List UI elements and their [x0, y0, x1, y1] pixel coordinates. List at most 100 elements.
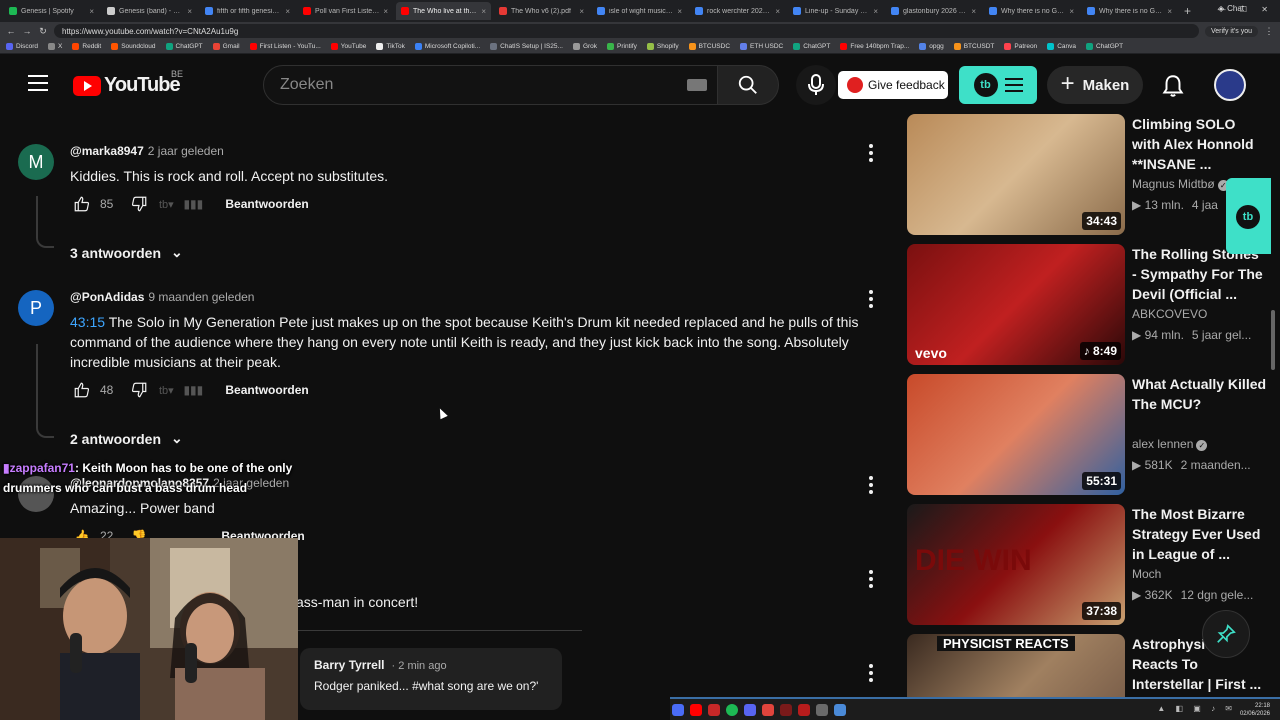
browser-tab[interactable]: The Who v6 (2).pdf × — [494, 2, 589, 20]
keyboard-icon[interactable] — [687, 79, 707, 91]
extension-vote-icon[interactable]: tb▾ — [151, 198, 181, 211]
browser-tab[interactable]: The Who live at the Isle o× — [396, 2, 491, 20]
comment-menu-icon[interactable] — [866, 664, 876, 685]
give-feedback-button[interactable]: Give feedback — [838, 71, 948, 99]
youtube-logo[interactable]: YouTube — [73, 74, 181, 97]
bookmark[interactable]: Canva — [1047, 43, 1076, 50]
bookmark[interactable]: ChatGPT — [793, 43, 830, 50]
new-tab-button[interactable]: + — [1184, 4, 1191, 18]
bookmark[interactable]: Microsoft Copiloti... — [414, 43, 480, 50]
comment-menu-icon[interactable] — [866, 476, 876, 497]
stats-icon[interactable]: ▮▮▮ — [181, 197, 205, 211]
taskbar-app-icon[interactable] — [762, 703, 774, 716]
video-channel[interactable]: ABKCOVEVO — [1132, 307, 1207, 321]
tab-close-icon[interactable]: × — [971, 7, 976, 16]
search-button[interactable] — [717, 65, 779, 105]
reply-button[interactable]: Beantwoorden — [225, 197, 308, 211]
browser-tab[interactable]: glastonbury 2026 - Sear× — [886, 2, 981, 20]
like-icon[interactable] — [70, 195, 94, 213]
extension-button[interactable]: tb — [959, 66, 1037, 104]
bookmark[interactable]: Reddit — [72, 43, 101, 50]
bookmark[interactable]: Gmail — [212, 43, 240, 50]
browser-tab[interactable]: Genesis (band) - Wikipe × — [102, 2, 197, 20]
scrollbar-thumb[interactable] — [1271, 310, 1275, 370]
browser-tab[interactable]: fifth or fifth genesis - Sea × — [200, 2, 295, 20]
tab-close-icon[interactable]: × — [1069, 7, 1074, 16]
bookmark[interactable]: BTCUSDT — [953, 43, 994, 50]
bookmark[interactable]: BTCUSDC — [688, 43, 730, 50]
taskbar-app-icon[interactable] — [780, 703, 792, 716]
tab-close-icon[interactable]: × — [89, 7, 94, 16]
dislike-icon[interactable] — [127, 381, 151, 399]
pin-button[interactable] — [1202, 610, 1250, 658]
tab-close-icon[interactable]: × — [677, 7, 682, 16]
video-thumbnail[interactable]: DIE WIN 37:38 — [907, 504, 1125, 625]
bookmark[interactable]: ChatIS Setup | IS25... — [490, 43, 563, 50]
recommended-video[interactable]: vevo ♪ 8:49 The Rolling Stones - Sympathy … — [907, 244, 1280, 366]
taskbar-app-icon[interactable] — [816, 703, 828, 716]
tab-close-icon[interactable]: × — [579, 7, 584, 16]
recommended-video[interactable]: 34:43 Climbing SOLO with Alex Honnold **I… — [907, 114, 1280, 236]
tab-close-icon[interactable]: × — [187, 7, 192, 16]
window-controls[interactable]: — ☐ ✕ — [1218, 5, 1274, 14]
taskbar-app-icon[interactable] — [672, 703, 684, 716]
tab-close-icon[interactable]: × — [383, 7, 388, 16]
stats-icon[interactable]: ▮▮▮ — [181, 383, 205, 397]
comment-author[interactable]: @marka8947 — [70, 144, 144, 158]
browser-tab[interactable]: Poll van First Listen - Yo × — [298, 2, 393, 20]
taskbar-spotify-icon[interactable] — [726, 703, 738, 716]
bookmark[interactable]: Grok — [572, 43, 597, 50]
tab-close-icon[interactable]: × — [285, 7, 290, 16]
floating-extension-panel[interactable]: tb — [1226, 178, 1271, 254]
comment-time[interactable]: 9 maanden geleden — [148, 290, 254, 304]
video-title[interactable]: What Actually Killed The MCU? — [1132, 374, 1267, 414]
video-title[interactable]: Climbing SOLO with Alex Honnold **INSANE… — [1132, 114, 1267, 174]
comment-avatar[interactable]: M — [18, 144, 54, 180]
comment-menu-icon[interactable] — [866, 290, 876, 311]
bookmark[interactable]: Printify — [607, 43, 637, 50]
tab-close-icon[interactable]: × — [1167, 7, 1172, 16]
menu-dots-icon[interactable]: ⋮ — [1264, 26, 1274, 37]
bookmark[interactable]: YouTube — [330, 43, 366, 50]
browser-tab[interactable]: Genesis | Spotify × — [4, 2, 99, 20]
video-title[interactable]: The Most Bizarre Strategy Ever Used in L… — [1132, 504, 1267, 564]
comment-menu-icon[interactable] — [866, 144, 876, 165]
like-icon[interactable] — [70, 381, 94, 399]
browser-tab[interactable]: Why there is no Glastonb× — [984, 2, 1079, 20]
bookmark[interactable]: X — [48, 43, 62, 50]
comment-time[interactable]: 2 jaar geleden — [148, 144, 224, 158]
tab-close-icon[interactable]: × — [775, 7, 780, 16]
search-input[interactable] — [264, 66, 664, 104]
taskbar-app-icon[interactable] — [834, 703, 846, 716]
clock[interactable]: 22:18 02/06/2026 — [1240, 702, 1270, 718]
video-thumbnail[interactable]: vevo ♪ 8:49 — [907, 244, 1125, 365]
menu-icon[interactable] — [28, 75, 48, 93]
create-button[interactable]: + Maken — [1047, 66, 1143, 104]
back-icon[interactable]: ← — [6, 26, 16, 36]
recommended-video[interactable]: DIE WIN 37:38 The Most Bizarre Strategy Ev… — [907, 504, 1280, 626]
bookmark[interactable]: opgg — [919, 43, 944, 50]
comment-author[interactable]: @PonAdidas — [70, 290, 144, 304]
url-field[interactable]: https://www.youtube.com/watch?v=CNtA2Au1… — [54, 24, 1199, 38]
bookmark[interactable]: ChatGPT — [165, 43, 203, 50]
view-replies-button[interactable]: 2 antwoorden ⌄ — [70, 430, 183, 447]
reply-button[interactable]: Beantwoorden — [225, 383, 308, 397]
view-replies-button[interactable]: 3 antwoorden ⌄ — [70, 244, 183, 261]
bookmark[interactable]: Shopify — [646, 43, 679, 50]
taskbar-app-icon[interactable] — [708, 703, 720, 716]
bookmark[interactable]: TikTok — [376, 43, 405, 50]
bookmark[interactable]: Free 140bpm Trap... — [840, 43, 909, 50]
bookmark[interactable]: Soundcloud — [111, 43, 156, 50]
bookmark[interactable]: First Listen - YouTu... — [249, 43, 321, 50]
bookmark[interactable]: ETH USDC — [740, 43, 783, 50]
video-thumbnail[interactable]: 34:43 — [907, 114, 1125, 235]
taskbar-app-icon[interactable] — [798, 703, 810, 716]
tab-close-icon[interactable]: × — [873, 7, 878, 16]
notifications-bell-icon[interactable] — [1160, 73, 1186, 99]
comment-avatar[interactable]: P — [18, 290, 54, 326]
verify-badge[interactable]: Verify it's you — [1204, 25, 1258, 37]
extension-vote-icon[interactable]: tb▾ — [151, 384, 181, 397]
comment-menu-icon[interactable] — [866, 570, 876, 591]
bookmark[interactable]: Discord — [6, 43, 38, 50]
video-channel[interactable]: Moch — [1132, 567, 1161, 581]
